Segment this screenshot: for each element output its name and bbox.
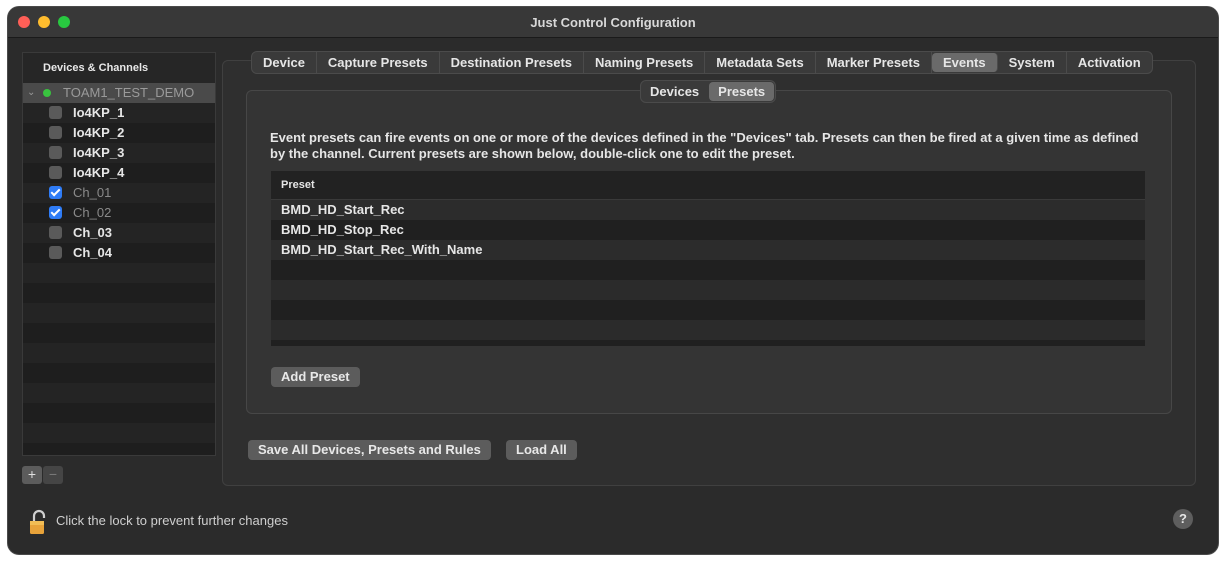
empty-tree-row <box>23 423 215 443</box>
tree-item-label: Ch_02 <box>73 205 112 220</box>
table-row[interactable]: BMD_HD_Start_Rec_With_Name <box>271 240 1145 260</box>
tree-root-item[interactable]: ⌄ TOAM1_TEST_DEMO <box>23 83 215 103</box>
item-checkbox[interactable] <box>49 206 62 219</box>
item-checkbox[interactable] <box>49 166 62 179</box>
tab-events[interactable]: Events <box>931 53 998 72</box>
tree-item[interactable]: Ch_01 <box>23 183 215 203</box>
subtab-devices[interactable]: Devices <box>641 81 708 102</box>
empty-tree-row <box>23 303 215 323</box>
tab-naming-presets[interactable]: Naming Presets <box>584 52 706 73</box>
tree-item-label: Io4KP_3 <box>73 145 125 160</box>
empty-tree-row <box>23 343 215 363</box>
empty-table-row <box>271 300 1145 320</box>
item-checkbox[interactable] <box>49 186 62 199</box>
tree-item[interactable]: Io4KP_2 <box>23 123 215 143</box>
empty-table-row <box>271 280 1145 300</box>
add-preset-button[interactable]: Add Preset <box>271 367 360 387</box>
device-tree: ⌄ TOAM1_TEST_DEMO Io4KP_1 Io4KP_2 Io4KP_3 I… <box>23 83 215 443</box>
remove-device-button[interactable]: − <box>43 466 63 484</box>
tree-item[interactable]: Ch_04 <box>23 243 215 263</box>
tree-item[interactable]: Ch_02 <box>23 203 215 223</box>
empty-tree-row <box>23 363 215 383</box>
window-title: Just Control Configuration <box>530 15 696 30</box>
item-checkbox[interactable] <box>49 126 62 139</box>
unlocked-lock-icon[interactable] <box>30 509 52 535</box>
tree-item[interactable]: Io4KP_1 <box>23 103 215 123</box>
tab-marker-presets[interactable]: Marker Presets <box>816 52 932 73</box>
empty-tree-row <box>23 383 215 403</box>
tree-item[interactable]: Ch_03 <box>23 223 215 243</box>
tab-bar: Device Capture Presets Destination Presets… <box>251 51 1153 74</box>
tree-item[interactable]: Io4KP_3 <box>23 143 215 163</box>
subtab-presets[interactable]: Presets <box>709 82 775 101</box>
add-device-button[interactable]: + <box>22 466 42 484</box>
subtab-bar: Devices Presets <box>640 80 777 103</box>
tab-capture-presets[interactable]: Capture Presets <box>317 52 440 73</box>
chevron-down-icon[interactable]: ⌄ <box>27 83 35 103</box>
tree-item-label: Ch_01 <box>73 185 112 200</box>
devices-channels-sidebar: Devices & Channels ⌄ TOAM1_TEST_DEMO Io4… <box>22 52 216 456</box>
item-checkbox[interactable] <box>49 246 62 259</box>
empty-tree-row <box>23 403 215 423</box>
save-all-button[interactable]: Save All Devices, Presets and Rules <box>248 440 491 460</box>
table-body: BMD_HD_Start_Rec BMD_HD_Stop_Rec BMD_HD_St… <box>271 200 1145 340</box>
lock-status-text: Click the lock to prevent further change… <box>56 513 288 528</box>
help-button[interactable]: ? <box>1173 509 1193 529</box>
tab-activation[interactable]: Activation <box>1067 52 1152 73</box>
status-dot-icon <box>43 89 51 97</box>
tab-metadata-sets[interactable]: Metadata Sets <box>705 52 816 73</box>
tab-device[interactable]: Device <box>252 52 317 73</box>
empty-table-row <box>271 260 1145 280</box>
empty-tree-row <box>23 323 215 343</box>
table-header-preset[interactable]: Preset <box>271 171 1145 200</box>
empty-tree-row <box>23 263 215 283</box>
load-all-button[interactable]: Load All <box>506 440 577 460</box>
tab-destination-presets[interactable]: Destination Presets <box>440 52 585 73</box>
tree-root-label: TOAM1_TEST_DEMO <box>63 85 195 100</box>
tree-item-label: Ch_04 <box>73 245 113 260</box>
tree-item-label: Io4KP_4 <box>73 165 125 180</box>
empty-tree-row <box>23 283 215 303</box>
item-checkbox[interactable] <box>49 106 62 119</box>
description-text: Event presets can fire events on one or … <box>270 130 1139 161</box>
presets-table[interactable]: Preset BMD_HD_Start_Rec BMD_HD_Stop_Rec BM… <box>271 171 1145 346</box>
sidebar-buttons: + − <box>22 466 64 484</box>
tree-item[interactable]: Io4KP_4 <box>23 163 215 183</box>
tree-item-label: Io4KP_1 <box>73 105 125 120</box>
tab-system[interactable]: System <box>998 52 1067 73</box>
empty-table-row <box>271 320 1145 340</box>
sidebar-header: Devices & Channels <box>23 53 215 83</box>
table-row[interactable]: BMD_HD_Stop_Rec <box>271 220 1145 240</box>
tree-item-label: Io4KP_2 <box>73 125 125 140</box>
item-checkbox[interactable] <box>49 226 62 239</box>
title-bar: Just Control Configuration <box>8 7 1218 38</box>
table-row[interactable]: BMD_HD_Start_Rec <box>271 200 1145 220</box>
tree-item-label: Ch_03 <box>73 225 113 240</box>
item-checkbox[interactable] <box>49 146 62 159</box>
